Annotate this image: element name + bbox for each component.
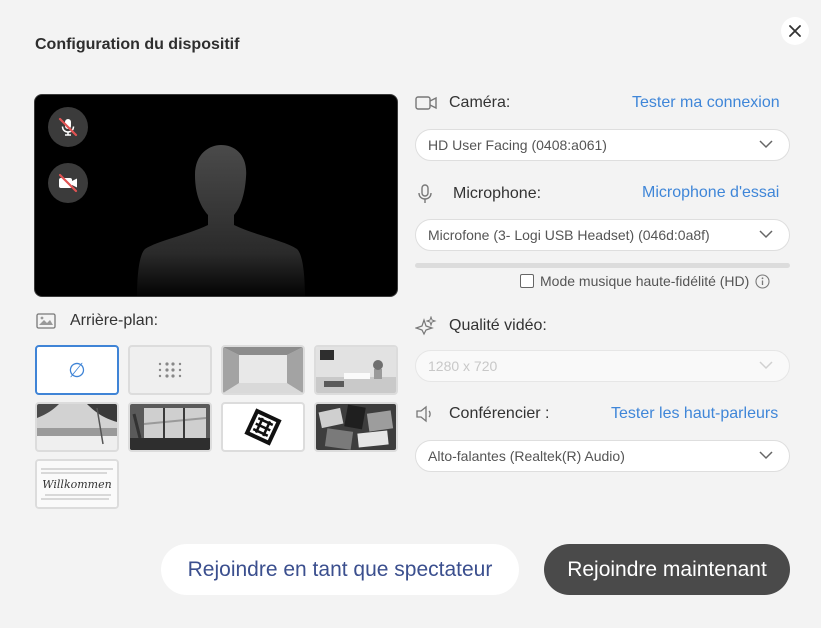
- chevron-down-icon: [759, 140, 773, 149]
- speaker-value: Alto-falantes (Realtek(R) Audio): [428, 448, 625, 464]
- willkommen-image: Willkommen: [37, 461, 117, 507]
- hifi-mode-option: Mode musique haute-fidélité (HD): [520, 273, 770, 289]
- image-icon: [36, 313, 56, 329]
- speaker-label: Conférencier :: [449, 405, 550, 422]
- background-logo[interactable]: [221, 402, 305, 452]
- camera-value: HD User Facing (0408:a061): [428, 137, 607, 153]
- background-section-header: Arrière-plan:: [36, 312, 158, 330]
- hifi-label: Mode musique haute-fidélité (HD): [540, 273, 750, 289]
- microphone-select[interactable]: Microfone (3- Logi USB Headset) (046d:0a…: [415, 219, 790, 251]
- background-living-room[interactable]: [314, 345, 398, 395]
- video-quality-select[interactable]: 1280 x 720: [415, 350, 790, 382]
- background-none[interactable]: ∅: [35, 345, 119, 395]
- background-thumbnails: ∅ Willkommen: [35, 345, 398, 509]
- background-office-window[interactable]: [128, 402, 212, 452]
- background-empty-room[interactable]: [221, 345, 305, 395]
- user-silhouette: [137, 145, 305, 296]
- camera-select[interactable]: HD User Facing (0408:a061): [415, 129, 790, 161]
- speaker-row: Conférencier :: [415, 405, 550, 423]
- join-now-button[interactable]: Rejoindre maintenant: [544, 544, 790, 595]
- close-icon: [789, 25, 801, 37]
- camera-icon: [415, 96, 437, 110]
- blur-icon: [158, 362, 182, 378]
- sparkle-icon: [415, 316, 437, 336]
- video-preview: [34, 94, 398, 297]
- chevron-down-icon: [759, 230, 773, 239]
- info-icon[interactable]: [755, 273, 770, 289]
- dialog-title: Configuration du dispositif: [35, 36, 240, 53]
- test-speakers-link[interactable]: Tester les haut-parleurs: [611, 405, 778, 423]
- chevron-down-icon: [759, 361, 773, 370]
- background-label: Arrière-plan:: [70, 312, 159, 329]
- video-quality-label: Qualité vidéo:: [449, 317, 547, 334]
- camera-off-toggle[interactable]: [48, 163, 88, 203]
- camera-off-icon: [58, 173, 78, 193]
- office-window-image: [130, 404, 210, 450]
- test-microphone-link[interactable]: Microphone d'essai: [642, 184, 779, 202]
- background-willkommen[interactable]: Willkommen: [35, 459, 119, 509]
- video-quality-row: Qualité vidéo:: [415, 316, 547, 336]
- beach-image: [37, 404, 117, 450]
- join-as-spectator-button[interactable]: Rejoindre en tant que spectateur: [161, 544, 519, 595]
- chevron-down-icon: [759, 451, 773, 460]
- willkommen-text: Willkommen: [42, 478, 111, 491]
- background-beach[interactable]: [35, 402, 119, 452]
- logo-image: [244, 408, 282, 446]
- mic-muted-toggle[interactable]: [48, 107, 88, 147]
- mic-off-icon: [58, 117, 78, 137]
- speaker-select[interactable]: Alto-falantes (Realtek(R) Audio): [415, 440, 790, 472]
- video-quality-value: 1280 x 720: [428, 358, 498, 374]
- collage-image: [316, 404, 396, 450]
- camera-row: Caméra:: [415, 94, 510, 112]
- speaker-icon: [416, 405, 431, 423]
- close-button[interactable]: [781, 17, 809, 45]
- room-image: [223, 347, 303, 393]
- microphone-label: Microphone:: [453, 185, 542, 202]
- microphone-level-meter: [415, 263, 790, 268]
- none-symbol: ∅: [68, 359, 86, 382]
- background-collage[interactable]: [314, 402, 398, 452]
- hifi-checkbox[interactable]: [520, 274, 534, 288]
- microphone-value: Microfone (3- Logi USB Headset) (046d:0a…: [428, 227, 710, 243]
- background-blur[interactable]: [128, 345, 212, 395]
- camera-label: Caméra:: [449, 94, 511, 111]
- microphone-row: Microphone:: [415, 184, 541, 204]
- living-room-image: [316, 347, 396, 393]
- microphone-icon: [418, 184, 432, 203]
- test-connection-link[interactable]: Tester ma connexion: [632, 94, 780, 112]
